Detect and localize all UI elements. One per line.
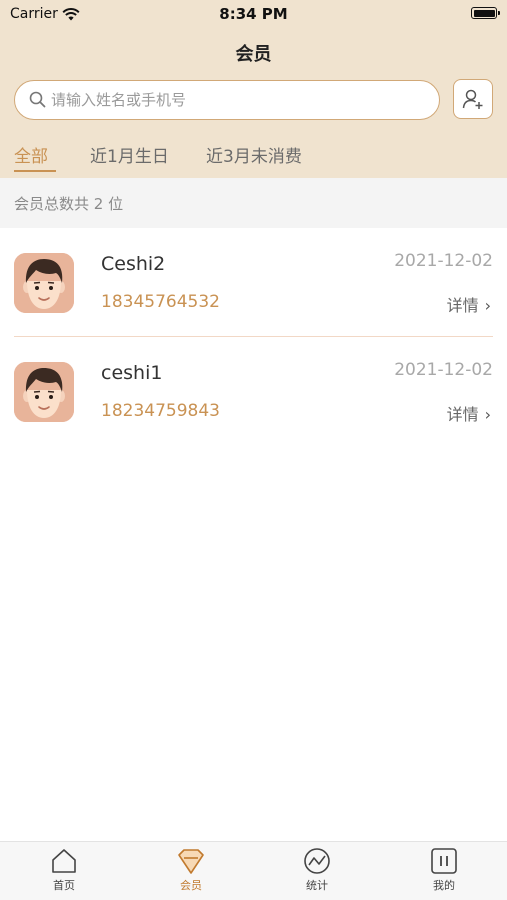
page-title: 会员 — [235, 44, 272, 65]
member-row[interactable]: ceshi1 18234759843 2021-12-02 详情 › — [0, 337, 507, 446]
tabbar-item-member[interactable]: 会员 — [151, 846, 231, 893]
home-icon — [52, 849, 76, 873]
member-count-text: 会员总数共 2 位 — [14, 195, 124, 213]
detail-label: 详情 — [446, 405, 479, 424]
member-join-date: 2021-12-02 — [394, 251, 493, 271]
member-count-bar: 会员总数共 2 位 — [0, 178, 507, 228]
avatar — [14, 362, 74, 422]
chevron-right-icon: › — [484, 405, 491, 424]
tabbar-item-home[interactable]: 首页 — [24, 846, 104, 893]
search-icon — [29, 91, 46, 112]
bottom-tab-bar: 首页 会员 统计 我的 — [0, 841, 507, 900]
active-tab-indicator — [14, 170, 56, 172]
member-row[interactable]: Ceshi2 18345764532 2021-12-02 详情 › — [0, 228, 507, 337]
member-name: ceshi1 — [101, 362, 163, 384]
add-user-icon — [462, 89, 483, 109]
tab-all[interactable]: 全部 — [14, 142, 48, 167]
tabbar-label: 我的 — [433, 879, 455, 892]
tabbar-label: 首页 — [53, 879, 75, 892]
member-phone: 18345764532 — [101, 292, 220, 312]
tab-birthday-1-month[interactable]: 近1月生日 — [90, 142, 169, 167]
diamond-icon — [178, 849, 204, 874]
member-phone: 18234759843 — [101, 401, 220, 421]
header-area: Carrier 8:34 PM 会员 全部 近1月生日 近3月未消费 — [0, 0, 507, 178]
member-detail-link[interactable]: 详情 › — [447, 401, 491, 425]
tabbar-label: 统计 — [306, 879, 328, 892]
battery-icon — [471, 7, 500, 19]
member-detail-link[interactable]: 详情 › — [447, 292, 491, 316]
clock: 8:34 PM — [219, 5, 288, 23]
member-join-date: 2021-12-02 — [394, 360, 493, 380]
tabbar-item-stats[interactable]: 统计 — [277, 846, 357, 893]
search-input[interactable] — [51, 81, 421, 118]
tabbar-label: 会员 — [180, 879, 202, 892]
stats-icon — [304, 848, 330, 874]
profile-icon — [431, 848, 457, 874]
member-name: Ceshi2 — [101, 253, 166, 275]
detail-label: 详情 — [446, 296, 479, 315]
status-bar: Carrier 8:34 PM — [0, 0, 507, 28]
add-member-button[interactable] — [453, 79, 493, 119]
member-list: Ceshi2 18345764532 2021-12-02 详情 › ceshi1… — [0, 228, 507, 446]
search-box[interactable] — [14, 80, 440, 120]
chevron-right-icon: › — [484, 296, 491, 315]
avatar — [14, 253, 74, 313]
filter-tabs: 全部 近1月生日 近3月未消费 — [0, 140, 507, 178]
tabbar-item-profile[interactable]: 我的 — [404, 846, 484, 893]
tab-no-purchase-3-months[interactable]: 近3月未消费 — [206, 142, 302, 167]
